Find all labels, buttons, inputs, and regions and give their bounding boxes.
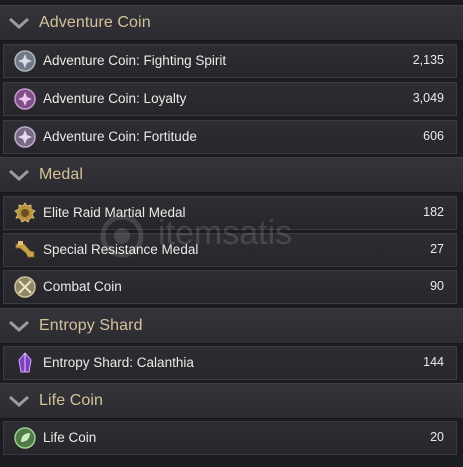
currency-label: Special Resistance Medal: [43, 242, 199, 257]
section-title: Medal: [39, 166, 84, 183]
currency-count: 606: [423, 129, 444, 143]
fortitude-coin-icon: [14, 126, 36, 148]
combat-coin-icon: [14, 276, 36, 298]
currency-count: 90: [430, 279, 444, 293]
chevron-down-icon[interactable]: [8, 392, 30, 410]
loyalty-coin-icon: [14, 88, 36, 110]
currency-row-combat-coin[interactable]: Combat Coin 90: [3, 270, 457, 304]
currency-count: 2,135: [412, 53, 444, 67]
martial-medal-icon: [14, 202, 36, 223]
section-header-adventure-coin[interactable]: Adventure Coin: [0, 5, 463, 41]
entropy-shard-icon: [18, 352, 32, 373]
currency-row-life-coin[interactable]: Life Coin 20: [3, 421, 457, 455]
section-header-entropy-shard[interactable]: Entropy Shard: [0, 308, 463, 344]
currency-row-martial-medal[interactable]: Elite Raid Martial Medal 182: [3, 196, 457, 230]
section-title: Adventure Coin: [39, 14, 151, 31]
currency-panel: Adventure Coin Adventure Coin: Fighting …: [0, 0, 463, 467]
currency-row-fighting-spirit[interactable]: Adventure Coin: Fighting Spirit 2,135: [3, 44, 457, 78]
currency-row-entropy-shard[interactable]: Entropy Shard: Calanthia 144: [3, 346, 457, 380]
currency-count: 27: [430, 242, 444, 256]
currency-label: Combat Coin: [43, 279, 122, 294]
currency-row-resistance-medal[interactable]: Special Resistance Medal 27: [3, 233, 457, 267]
life-coin-icon: [14, 427, 36, 449]
currency-label: Adventure Coin: Fortitude: [43, 129, 197, 144]
currency-label: Adventure Coin: Fighting Spirit: [43, 53, 227, 68]
currency-count: 182: [423, 205, 444, 219]
section-header-medal[interactable]: Medal: [0, 157, 463, 193]
currency-count: 20: [430, 430, 444, 444]
currency-label: Adventure Coin: Loyalty: [43, 91, 187, 106]
section-title: Entropy Shard: [39, 317, 143, 334]
chevron-down-icon[interactable]: [8, 14, 30, 32]
currency-label: Elite Raid Martial Medal: [43, 205, 186, 220]
currency-label: Life Coin: [43, 430, 97, 445]
currency-count: 144: [423, 355, 444, 369]
chevron-down-icon[interactable]: [8, 317, 30, 335]
currency-row-fortitude[interactable]: Adventure Coin: Fortitude 606: [3, 120, 457, 154]
currency-count: 3,049: [412, 91, 444, 105]
currency-label: Entropy Shard: Calanthia: [43, 355, 194, 370]
resistance-medal-icon: [15, 241, 35, 258]
section-header-life-coin[interactable]: Life Coin: [0, 383, 463, 419]
fighting-spirit-coin-icon: [14, 50, 36, 72]
chevron-down-icon[interactable]: [8, 166, 30, 184]
section-title: Life Coin: [39, 392, 104, 409]
currency-row-loyalty[interactable]: Adventure Coin: Loyalty 3,049: [3, 82, 457, 116]
